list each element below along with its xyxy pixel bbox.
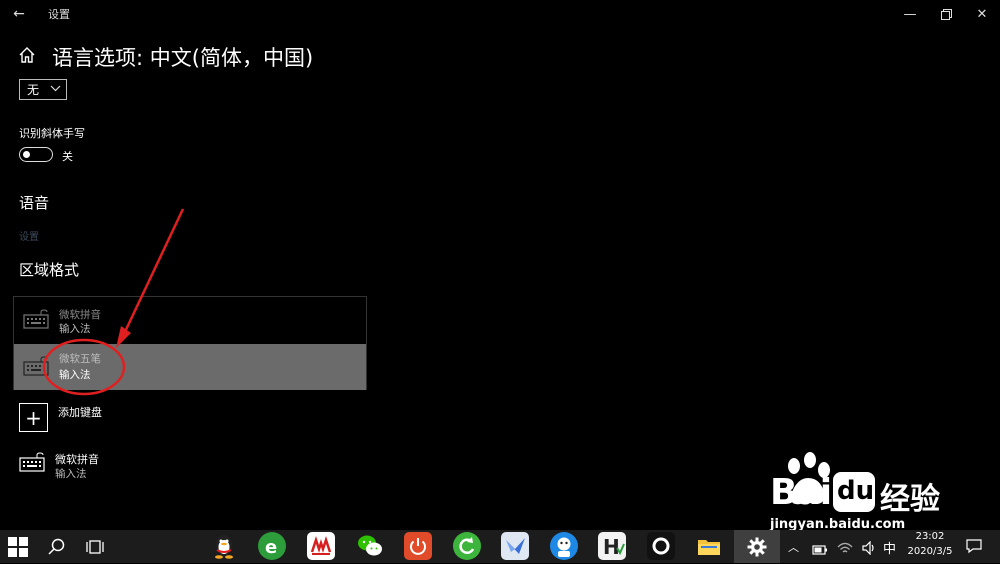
plus-icon: + bbox=[25, 405, 42, 430]
watermark-du-box: du bbox=[833, 472, 875, 512]
speech-settings-link[interactable]: 设置 bbox=[19, 228, 39, 243]
back-arrow-icon[interactable]: ← bbox=[0, 0, 38, 28]
handwriting-toggle[interactable] bbox=[19, 147, 53, 162]
battery-icon[interactable] bbox=[812, 541, 828, 560]
ime-name: 微软拼音 bbox=[59, 309, 101, 321]
input-option-dropdown[interactable]: 无 bbox=[19, 79, 67, 100]
gear-icon bbox=[747, 537, 767, 557]
watermark-du: du bbox=[837, 476, 875, 506]
h-app-icon[interactable]: H bbox=[598, 532, 626, 560]
keyboard-icon bbox=[19, 452, 45, 472]
green-refresh-app-icon[interactable] bbox=[453, 532, 481, 560]
ime-item-pinyin[interactable]: 微软拼音 输入法 bbox=[14, 297, 366, 343]
ime-sub: 输入法 bbox=[59, 323, 91, 335]
title-bar: ← 设置 — ✕ bbox=[0, 0, 1000, 28]
svg-text:H: H bbox=[603, 535, 620, 559]
window-title: 设置 bbox=[48, 8, 70, 21]
handwriting-label: 识别斜体手写 bbox=[19, 127, 85, 140]
ie-browser-icon[interactable]: e bbox=[258, 532, 286, 560]
restore-icon[interactable] bbox=[928, 0, 964, 28]
add-keyboard-label[interactable]: 添加键盘 bbox=[58, 404, 102, 420]
keyboard-icon bbox=[23, 356, 49, 376]
minimize-icon[interactable]: — bbox=[892, 0, 928, 28]
ime-name: 微软五笔 bbox=[59, 353, 101, 365]
blue-character-app-icon[interactable] bbox=[550, 532, 578, 560]
toggle-state: 关 bbox=[62, 150, 73, 163]
add-keyboard-button[interactable]: + bbox=[19, 403, 48, 432]
dropdown-value: 无 bbox=[27, 83, 40, 97]
close-icon[interactable]: ✕ bbox=[964, 0, 1000, 28]
power-app-icon[interactable] bbox=[404, 532, 432, 560]
ime-indicator[interactable]: 中 bbox=[883, 538, 896, 557]
qq-penguin-icon[interactable] bbox=[210, 532, 238, 560]
ime-sub: 输入法 bbox=[59, 369, 91, 381]
ime-list: 微软拼音 输入法 微软五笔 输入法 bbox=[13, 296, 367, 390]
ime-item-wubi[interactable]: 微软五笔 输入法 bbox=[14, 344, 366, 390]
page-title: 语言选项: 中文(简体，中国) bbox=[52, 46, 314, 70]
svg-text:e: e bbox=[265, 537, 277, 558]
keyboard-item-name[interactable]: 微软拼音 bbox=[55, 451, 99, 467]
windows-start-icon[interactable] bbox=[8, 537, 28, 561]
tray-expand-chevron-icon[interactable]: ︿ bbox=[788, 539, 799, 555]
file-explorer-icon[interactable] bbox=[695, 532, 723, 560]
ring-app-icon[interactable] bbox=[647, 532, 675, 560]
task-view-icon[interactable] bbox=[86, 538, 104, 560]
wps-app-icon[interactable] bbox=[307, 532, 335, 560]
watermark-cn: 经验 bbox=[880, 482, 940, 517]
keyboard-item-sub: 输入法 bbox=[55, 468, 87, 480]
search-icon[interactable] bbox=[48, 538, 66, 560]
clock-date[interactable]: 2020/3/5 bbox=[903, 546, 957, 557]
wechat-icon[interactable] bbox=[356, 532, 384, 560]
region-format-heading: 区域格式 bbox=[19, 261, 80, 279]
wifi-icon[interactable] bbox=[837, 540, 853, 559]
speech-heading: 语音 bbox=[19, 194, 50, 212]
notification-icon[interactable] bbox=[966, 538, 982, 558]
volume-icon[interactable] bbox=[861, 540, 877, 559]
home-icon[interactable] bbox=[18, 46, 38, 66]
watermark-brand: Bai bbox=[770, 472, 832, 513]
chevron-down-icon bbox=[50, 83, 61, 97]
settings-taskbar-button[interactable] bbox=[734, 530, 780, 563]
clock-time[interactable]: 23:02 bbox=[905, 531, 955, 542]
toggle-knob bbox=[23, 150, 30, 158]
keyboard-icon bbox=[23, 309, 49, 329]
feishu-bird-icon[interactable] bbox=[501, 532, 529, 560]
